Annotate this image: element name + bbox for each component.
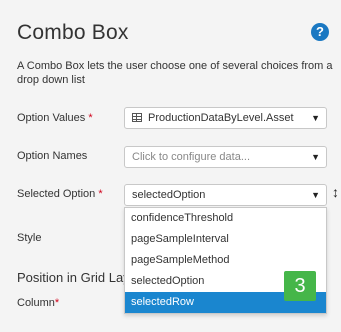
option-names-label: Option Names bbox=[17, 150, 88, 162]
option-values-label: Option Values * bbox=[17, 112, 93, 124]
dropdown-item[interactable]: pageSampleMethod bbox=[125, 250, 326, 271]
dropdown-item[interactable]: confidenceThreshold bbox=[125, 208, 326, 229]
option-names-placeholder: Click to configure data... bbox=[132, 151, 251, 163]
option-values-label-text: Option Values bbox=[17, 112, 86, 124]
position-section-title: Position in Grid Lay bbox=[17, 270, 130, 285]
column-label-text: Column bbox=[17, 297, 55, 309]
option-values-value: ProductionDataByLevel.Asset bbox=[148, 112, 294, 124]
option-names-select[interactable]: Click to configure data... ▼ bbox=[124, 146, 327, 168]
selected-option-label-text: Selected Option bbox=[17, 188, 96, 200]
option-values-select[interactable]: ProductionDataByLevel.Asset ▼ bbox=[124, 107, 327, 129]
table-icon bbox=[132, 112, 142, 122]
selected-option-select[interactable]: selectedOption ▼ bbox=[124, 184, 327, 206]
chevron-down-icon: ▼ bbox=[311, 113, 320, 123]
chevron-down-icon: ▼ bbox=[311, 152, 320, 162]
required-mark: * bbox=[54, 297, 60, 309]
chevron-down-icon: ▼ bbox=[311, 190, 320, 200]
style-label: Style bbox=[17, 232, 42, 244]
dropdown-item[interactable]: pageSampleInterval bbox=[125, 229, 326, 250]
panel-title: Combo Box bbox=[17, 21, 129, 44]
help-icon[interactable]: ? bbox=[311, 23, 329, 41]
selected-option-value: selectedOption bbox=[132, 189, 206, 201]
column-label: Column* bbox=[17, 297, 59, 309]
combo-box-panel: Combo Box ? A Combo Box lets the user ch… bbox=[0, 0, 341, 332]
resize-icon[interactable]: ↕ bbox=[332, 184, 339, 200]
selected-option-label: Selected Option * bbox=[17, 188, 103, 200]
required-mark: * bbox=[98, 188, 103, 200]
required-mark: * bbox=[88, 112, 93, 124]
panel-description: A Combo Box lets the user choose one of … bbox=[17, 60, 333, 86]
step-badge: 3 bbox=[284, 271, 316, 301]
